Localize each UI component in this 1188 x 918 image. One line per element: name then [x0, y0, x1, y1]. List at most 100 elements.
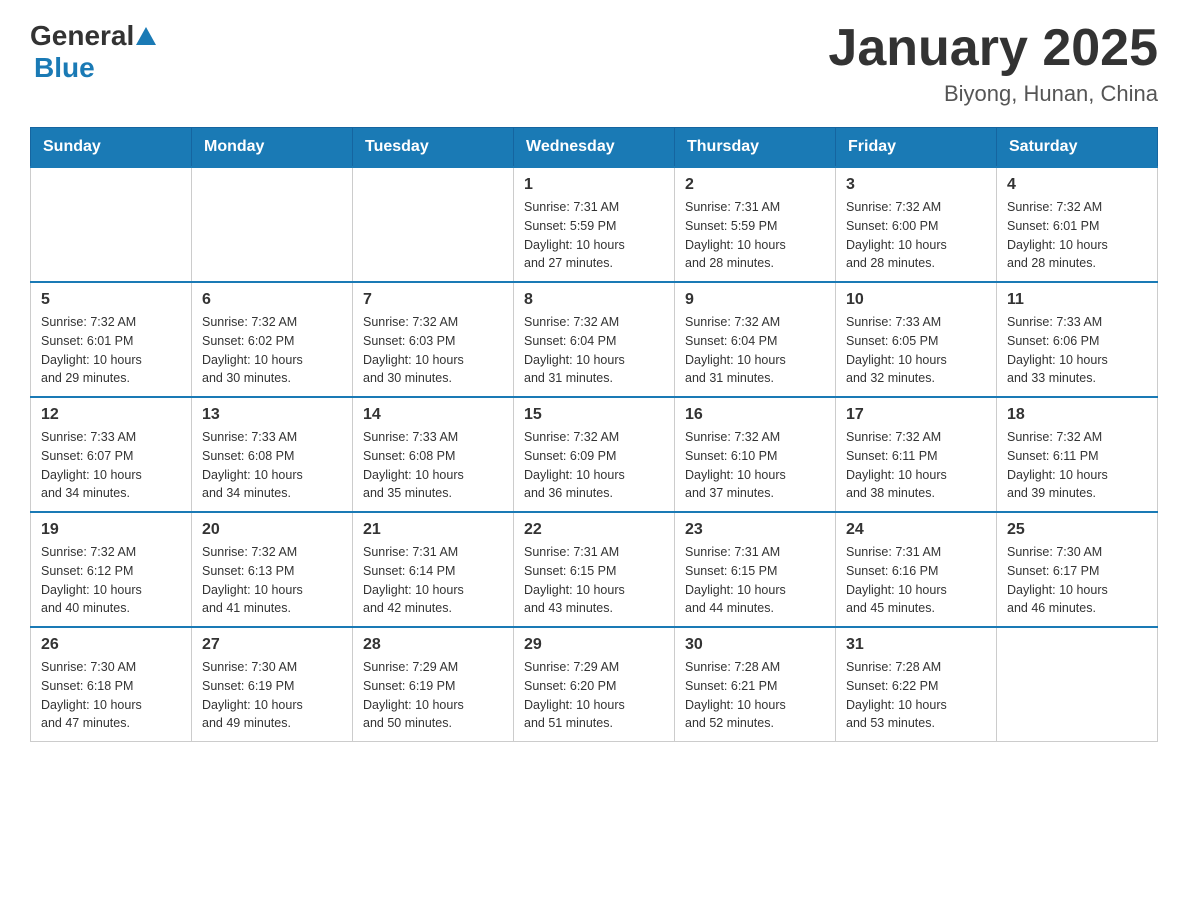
day-info: Sunrise: 7:29 AM Sunset: 6:20 PM Dayligh… — [524, 658, 664, 733]
calendar-cell: 16Sunrise: 7:32 AM Sunset: 6:10 PM Dayli… — [675, 397, 836, 512]
day-number: 29 — [524, 636, 664, 654]
calendar-cell: 25Sunrise: 7:30 AM Sunset: 6:17 PM Dayli… — [997, 512, 1158, 627]
day-number: 20 — [202, 521, 342, 539]
calendar-cell: 19 Sunrise: 7:32 AM Sunset: 6:12 PM Dayli… — [31, 512, 192, 627]
day-number: 18 — [1007, 406, 1147, 424]
calendar-table: SundayMondayTuesdayWednesdayThursdayFrid… — [30, 127, 1158, 742]
day-number: 23 — [685, 521, 825, 539]
day-number: 28 — [363, 636, 503, 654]
day-number: 19 — [41, 521, 181, 539]
calendar-header-row: SundayMondayTuesdayWednesdayThursdayFrid… — [31, 128, 1158, 168]
day-number: 22 — [524, 521, 664, 539]
calendar-cell — [353, 167, 514, 282]
calendar-cell: 26 Sunrise: 7:30 AM Sunset: 6:18 PM Dayli… — [31, 627, 192, 742]
day-number: 26 — [41, 636, 181, 654]
calendar-cell: 15Sunrise: 7:32 AM Sunset: 6:09 PM Dayli… — [514, 397, 675, 512]
day-info: Sunrise: 7:28 AM Sunset: 6:22 PM Dayligh… — [846, 658, 986, 733]
calendar-header-wednesday: Wednesday — [514, 128, 675, 168]
calendar-cell: 11Sunrise: 7:33 AM Sunset: 6:06 PM Dayli… — [997, 282, 1158, 397]
day-info: Sunrise: 7:33 AM Sunset: 6:07 PM Dayligh… — [41, 428, 181, 503]
calendar-cell: 20 Sunrise: 7:32 AM Sunset: 6:13 PM Dayli… — [192, 512, 353, 627]
day-number: 24 — [846, 521, 986, 539]
day-info: Sunrise: 7:32 AM Sunset: 6:00 PM Dayligh… — [846, 198, 986, 273]
day-number: 31 — [846, 636, 986, 654]
location: Biyong, Hunan, China — [828, 81, 1158, 107]
day-number: 8 — [524, 291, 664, 309]
day-info: Sunrise: 7:32 AM Sunset: 6:12 PM Dayligh… — [41, 543, 181, 618]
day-number: 6 — [202, 291, 342, 309]
calendar-cell: 21 Sunrise: 7:31 AM Sunset: 6:14 PM Dayli… — [353, 512, 514, 627]
calendar-cell: 24Sunrise: 7:31 AM Sunset: 6:16 PM Dayli… — [836, 512, 997, 627]
day-number: 14 — [363, 406, 503, 424]
day-info: Sunrise: 7:33 AM Sunset: 6:06 PM Dayligh… — [1007, 313, 1147, 388]
day-number: 25 — [1007, 521, 1147, 539]
calendar-cell: 18 Sunrise: 7:32 AM Sunset: 6:11 PM Dayli… — [997, 397, 1158, 512]
calendar-header-monday: Monday — [192, 128, 353, 168]
day-number: 21 — [363, 521, 503, 539]
week-row-5: 26 Sunrise: 7:30 AM Sunset: 6:18 PM Dayli… — [31, 627, 1158, 742]
calendar-header-tuesday: Tuesday — [353, 128, 514, 168]
calendar-cell: 31 Sunrise: 7:28 AM Sunset: 6:22 PM Dayli… — [836, 627, 997, 742]
day-number: 7 — [363, 291, 503, 309]
calendar-cell: 1Sunrise: 7:31 AM Sunset: 5:59 PM Daylig… — [514, 167, 675, 282]
day-info: Sunrise: 7:33 AM Sunset: 6:08 PM Dayligh… — [363, 428, 503, 503]
day-info: Sunrise: 7:32 AM Sunset: 6:11 PM Dayligh… — [846, 428, 986, 503]
calendar-cell — [997, 627, 1158, 742]
calendar-cell: 8Sunrise: 7:32 AM Sunset: 6:04 PM Daylig… — [514, 282, 675, 397]
day-info: Sunrise: 7:32 AM Sunset: 6:11 PM Dayligh… — [1007, 428, 1147, 503]
calendar-header-sunday: Sunday — [31, 128, 192, 168]
calendar-cell: 23 Sunrise: 7:31 AM Sunset: 6:15 PM Dayli… — [675, 512, 836, 627]
calendar-cell: 27 Sunrise: 7:30 AM Sunset: 6:19 PM Dayli… — [192, 627, 353, 742]
calendar-cell: 14 Sunrise: 7:33 AM Sunset: 6:08 PM Dayli… — [353, 397, 514, 512]
calendar-cell: 6 Sunrise: 7:32 AM Sunset: 6:02 PM Daylig… — [192, 282, 353, 397]
calendar-header-thursday: Thursday — [675, 128, 836, 168]
day-number: 12 — [41, 406, 181, 424]
day-number: 5 — [41, 291, 181, 309]
calendar-cell: 17Sunrise: 7:32 AM Sunset: 6:11 PM Dayli… — [836, 397, 997, 512]
day-number: 10 — [846, 291, 986, 309]
day-info: Sunrise: 7:32 AM Sunset: 6:13 PM Dayligh… — [202, 543, 342, 618]
day-info: Sunrise: 7:30 AM Sunset: 6:18 PM Dayligh… — [41, 658, 181, 733]
day-info: Sunrise: 7:33 AM Sunset: 6:08 PM Dayligh… — [202, 428, 342, 503]
day-info: Sunrise: 7:32 AM Sunset: 6:02 PM Dayligh… — [202, 313, 342, 388]
day-number: 27 — [202, 636, 342, 654]
day-info: Sunrise: 7:30 AM Sunset: 6:19 PM Dayligh… — [202, 658, 342, 733]
day-number: 30 — [685, 636, 825, 654]
calendar-cell: 2Sunrise: 7:31 AM Sunset: 5:59 PM Daylig… — [675, 167, 836, 282]
day-number: 4 — [1007, 176, 1147, 194]
calendar-cell: 22 Sunrise: 7:31 AM Sunset: 6:15 PM Dayli… — [514, 512, 675, 627]
logo-triangle-icon — [136, 27, 156, 45]
calendar-cell: 10 Sunrise: 7:33 AM Sunset: 6:05 PM Dayli… — [836, 282, 997, 397]
week-row-4: 19 Sunrise: 7:32 AM Sunset: 6:12 PM Dayli… — [31, 512, 1158, 627]
day-info: Sunrise: 7:31 AM Sunset: 6:15 PM Dayligh… — [524, 543, 664, 618]
calendar-header-saturday: Saturday — [997, 128, 1158, 168]
day-info: Sunrise: 7:32 AM Sunset: 6:01 PM Dayligh… — [41, 313, 181, 388]
calendar-header-friday: Friday — [836, 128, 997, 168]
calendar-cell: 13 Sunrise: 7:33 AM Sunset: 6:08 PM Dayli… — [192, 397, 353, 512]
day-info: Sunrise: 7:31 AM Sunset: 6:14 PM Dayligh… — [363, 543, 503, 618]
logo: General Blue — [30, 20, 158, 84]
day-info: Sunrise: 7:29 AM Sunset: 6:19 PM Dayligh… — [363, 658, 503, 733]
week-row-3: 12 Sunrise: 7:33 AM Sunset: 6:07 PM Dayli… — [31, 397, 1158, 512]
calendar-cell: 12 Sunrise: 7:33 AM Sunset: 6:07 PM Dayli… — [31, 397, 192, 512]
day-number: 15 — [524, 406, 664, 424]
day-number: 16 — [685, 406, 825, 424]
week-row-2: 5 Sunrise: 7:32 AM Sunset: 6:01 PM Daylig… — [31, 282, 1158, 397]
day-info: Sunrise: 7:31 AM Sunset: 5:59 PM Dayligh… — [685, 198, 825, 273]
calendar-cell: 4 Sunrise: 7:32 AM Sunset: 6:01 PM Daylig… — [997, 167, 1158, 282]
calendar-cell: 3 Sunrise: 7:32 AM Sunset: 6:00 PM Daylig… — [836, 167, 997, 282]
calendar-cell: 30Sunrise: 7:28 AM Sunset: 6:21 PM Dayli… — [675, 627, 836, 742]
day-number: 1 — [524, 176, 664, 194]
calendar-cell: 28 Sunrise: 7:29 AM Sunset: 6:19 PM Dayli… — [353, 627, 514, 742]
calendar-cell: 29 Sunrise: 7:29 AM Sunset: 6:20 PM Dayli… — [514, 627, 675, 742]
calendar-cell: 7Sunrise: 7:32 AM Sunset: 6:03 PM Daylig… — [353, 282, 514, 397]
day-number: 13 — [202, 406, 342, 424]
logo-blue-text: Blue — [34, 52, 95, 83]
day-info: Sunrise: 7:32 AM Sunset: 6:01 PM Dayligh… — [1007, 198, 1147, 273]
day-number: 3 — [846, 176, 986, 194]
calendar-cell: 9Sunrise: 7:32 AM Sunset: 6:04 PM Daylig… — [675, 282, 836, 397]
page-header: General Blue January 2025 Biyong, Hunan,… — [30, 20, 1158, 107]
day-info: Sunrise: 7:31 AM Sunset: 6:15 PM Dayligh… — [685, 543, 825, 618]
calendar-cell — [31, 167, 192, 282]
day-info: Sunrise: 7:33 AM Sunset: 6:05 PM Dayligh… — [846, 313, 986, 388]
